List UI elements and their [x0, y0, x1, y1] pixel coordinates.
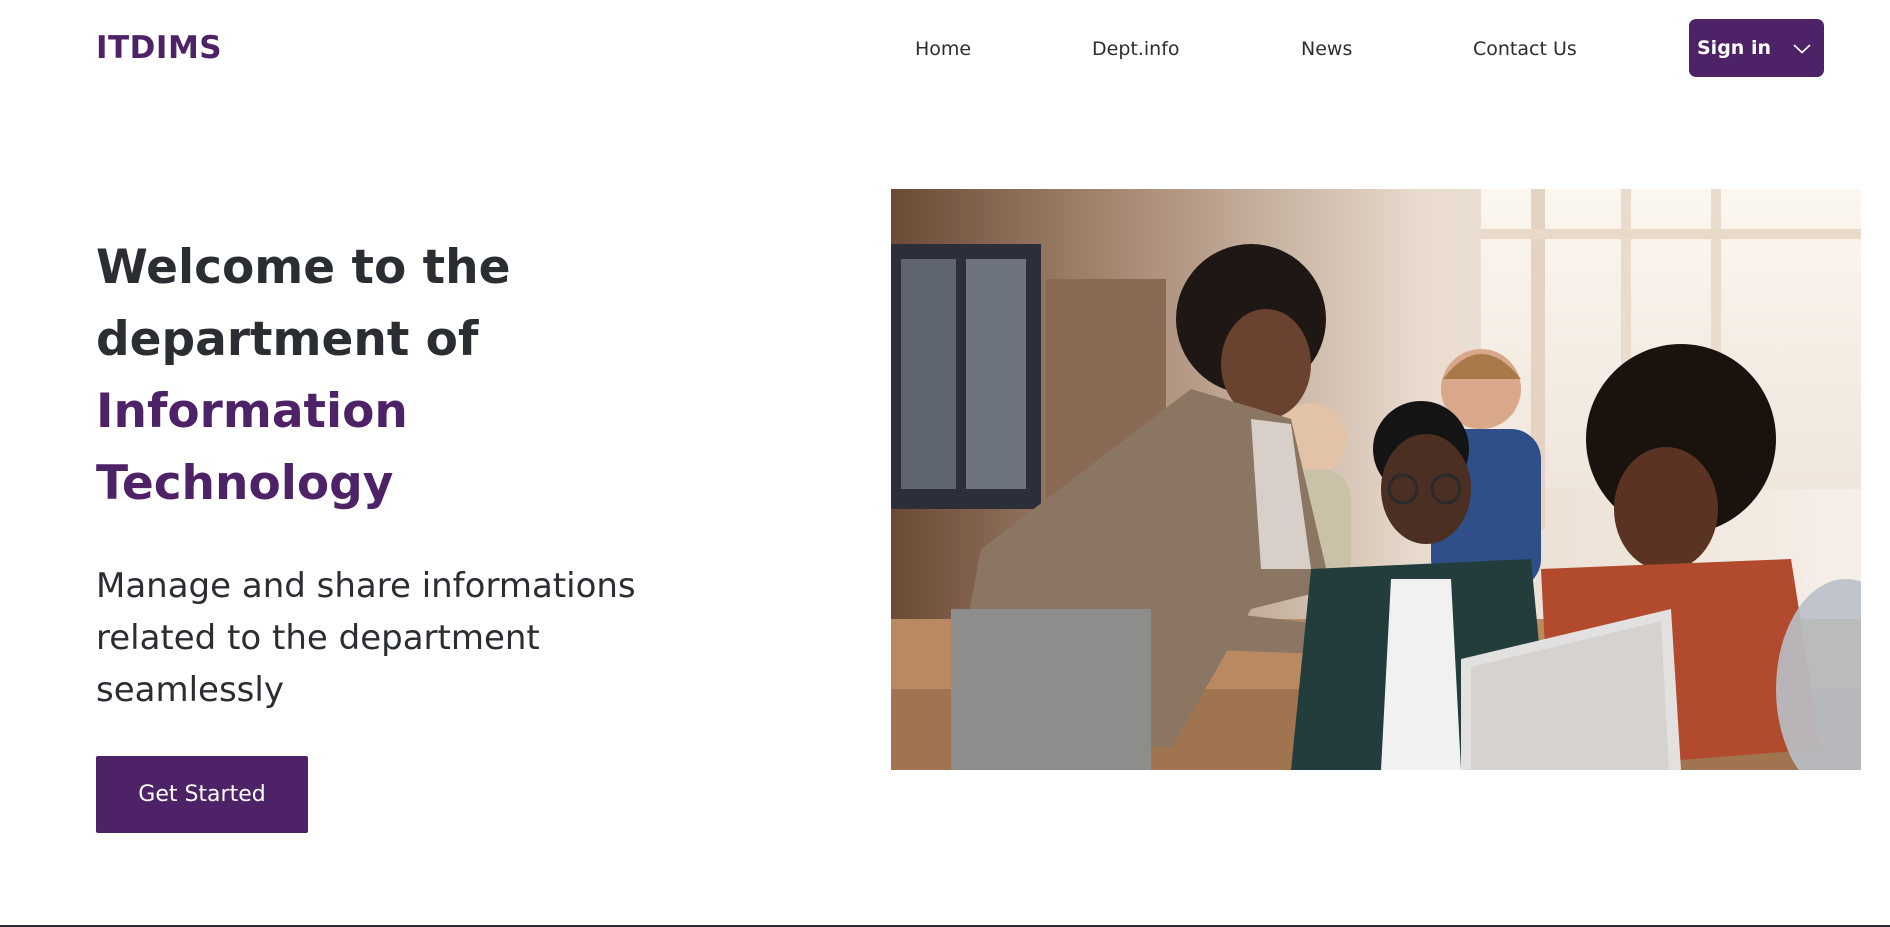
sign-in-button[interactable]: Sign in — [1689, 19, 1824, 77]
hero-title-line: department of — [96, 312, 479, 367]
sign-in-label: Sign in — [1697, 37, 1771, 59]
page: ITDIMS Home Dept.info News Contact Us Si… — [0, 0, 1890, 927]
site-logo[interactable]: ITDIMS — [96, 30, 222, 66]
chevron-down-icon — [1793, 44, 1811, 54]
hero-title: Welcome to the department of Information… — [96, 232, 510, 520]
nav-item-contact-us[interactable]: Contact Us — [1473, 38, 1577, 60]
nav-item-home[interactable]: Home — [915, 38, 971, 60]
nav-item-dept-info[interactable]: Dept.info — [1092, 38, 1180, 60]
hero-title-accent: Information — [96, 384, 408, 439]
hero-title-line: Welcome to the — [96, 240, 511, 295]
hero-title-accent: Technology — [96, 456, 394, 511]
hero-subtitle: Manage and share informations related to… — [96, 566, 636, 710]
hero-image — [891, 189, 1861, 770]
nav-item-news[interactable]: News — [1301, 38, 1352, 60]
get-started-button[interactable]: Get Started — [96, 756, 308, 833]
